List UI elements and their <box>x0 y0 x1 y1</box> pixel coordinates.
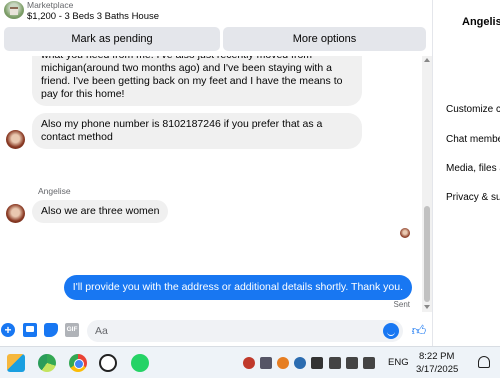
seen-indicator-avatar <box>400 228 410 238</box>
sender-name: Angelise <box>38 186 71 196</box>
thumbs-up-icon[interactable]: 👍︎ <box>411 322 427 338</box>
message-list: what you need from me. I've also just re… <box>0 56 420 312</box>
chatgpt-icon[interactable] <box>99 354 117 372</box>
scroll-up-arrow-icon[interactable] <box>424 58 430 62</box>
outgoing-message-bubble: I'll provide you with the address or add… <box>63 275 412 300</box>
chat-scrollbar[interactable] <box>422 56 432 312</box>
listing-thumbnail[interactable] <box>4 1 24 19</box>
message-composer: + GIF Aa 👍︎ <box>0 314 432 346</box>
privacy-support-item[interactable]: Privacy & support <box>446 192 500 203</box>
incoming-message-bubble: Also my phone number is 8102187246 if yo… <box>32 113 362 149</box>
chrome-icon[interactable] <box>69 354 87 372</box>
customize-chat-item[interactable]: Customize chat <box>446 104 500 115</box>
incoming-message-bubble: Also we are three women <box>32 200 169 223</box>
message-placeholder: Aa <box>95 325 108 337</box>
media-files-item[interactable]: Media, files and links <box>446 163 500 174</box>
gif-icon[interactable]: GIF <box>65 323 79 337</box>
marketplace-label: Marketplace <box>27 0 74 10</box>
contact-name: Angelise <box>462 16 500 28</box>
sent-status: Sent <box>393 300 410 309</box>
photo-icon[interactable] <box>23 323 37 337</box>
screen: Marketplace $1,200 - 3 Beds 3 Baths Hous… <box>0 0 500 378</box>
message-input[interactable]: Aa <box>87 320 403 342</box>
cloud-icon[interactable] <box>311 357 323 369</box>
security-shield-icon[interactable] <box>243 357 255 369</box>
plus-icon[interactable]: + <box>1 323 15 337</box>
sender-avatar[interactable] <box>6 130 25 149</box>
chat-members-item[interactable]: Chat members <box>446 134 500 145</box>
chat-window: Marketplace $1,200 - 3 Beds 3 Baths Hous… <box>0 0 432 346</box>
language-indicator[interactable]: ENG <box>388 357 409 368</box>
clock-time[interactable]: 8:22 PM <box>419 351 454 362</box>
display-icon[interactable] <box>363 357 375 369</box>
taskbar: ENG 8:22 PM 3/17/2025 <box>0 346 500 378</box>
sticker-icon[interactable] <box>44 323 58 337</box>
listing-title[interactable]: $1,200 - 3 Beds 3 Baths House <box>27 11 159 22</box>
mark-as-pending-button[interactable]: Mark as pending <box>4 27 220 51</box>
incoming-message-bubble: what you need from me. I've also just re… <box>32 56 362 106</box>
chat-header: Marketplace $1,200 - 3 Beds 3 Baths Hous… <box>0 0 432 56</box>
chrome-tray-icon[interactable] <box>294 357 306 369</box>
wifi-icon[interactable] <box>346 357 358 369</box>
whatsapp-icon[interactable] <box>131 354 149 372</box>
app-tray-icon[interactable] <box>277 357 289 369</box>
start-icon[interactable] <box>7 354 25 372</box>
sender-avatar[interactable] <box>6 204 25 223</box>
scroll-down-arrow-icon[interactable] <box>424 305 430 309</box>
clock-date[interactable]: 3/17/2025 <box>416 364 458 375</box>
volume-icon[interactable] <box>329 357 341 369</box>
scrollbar-thumb[interactable] <box>424 206 430 302</box>
notification-bell-icon[interactable] <box>478 356 490 368</box>
edge-browser-icon[interactable] <box>38 354 56 372</box>
emoji-icon[interactable] <box>383 323 399 339</box>
more-options-button[interactable]: More options <box>223 27 426 51</box>
chat-info-panel: Angelise Customize chat Chat members Med… <box>432 0 500 346</box>
battery-icon[interactable] <box>260 357 272 369</box>
